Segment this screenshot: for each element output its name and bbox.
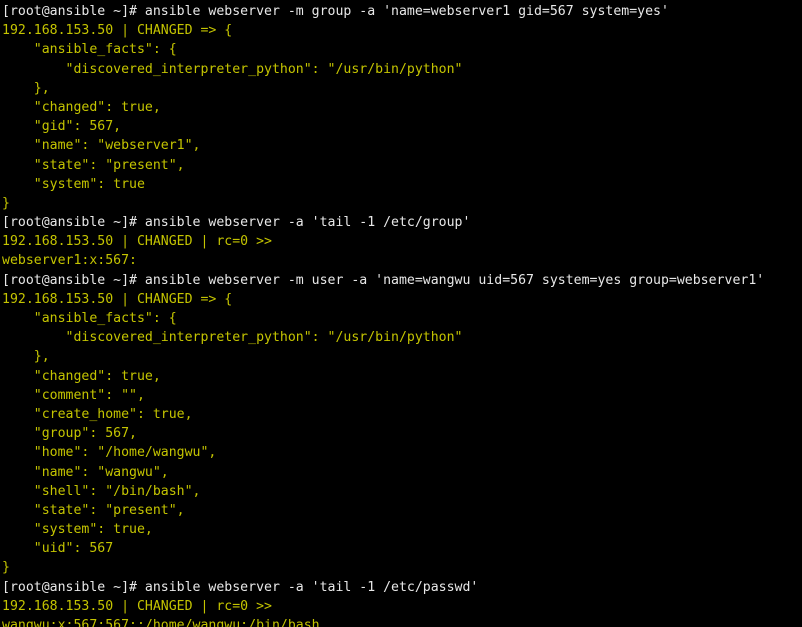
terminal-command-line: [root@ansible ~]# ansible webserver -m u… [2,272,765,288]
terminal-output-line: "home": "/home/wangwu", [2,445,217,461]
terminal-output-line: webserver1:x:567: [2,253,137,269]
terminal-screen[interactable]: [root@ansible ~]# ansible webserver -m g… [0,0,802,627]
terminal-output-line: 192.168.153.50 | CHANGED | rc=0 >> [2,598,272,614]
terminal-output-line: "discovered_interpreter_python": "/usr/b… [2,61,463,77]
terminal-window[interactable]: [root@ansible ~]# ansible webserver -m g… [0,0,802,627]
terminal-output-line: "system": true, [2,522,153,538]
terminal-output-line: "state": "present", [2,157,185,173]
terminal-output-line: 192.168.153.50 | CHANGED => { [2,291,233,307]
terminal-output-line: }, [2,80,50,96]
terminal-output-line: } [2,560,10,576]
terminal-output-line: "discovered_interpreter_python": "/usr/b… [2,330,463,346]
terminal-output-line: "changed": true, [2,368,161,384]
terminal-output-line: "name": "webserver1", [2,138,201,154]
terminal-output-line: "state": "present", [2,502,185,518]
terminal-output-line: "group": 567, [2,426,137,442]
terminal-output-line: wangwu:x:567:567::/home/wangwu:/bin/bash [2,618,320,627]
terminal-output-line: "name": "wangwu", [2,464,169,480]
terminal-output-line: }, [2,349,50,365]
terminal-output-line: } [2,195,10,211]
terminal-output-line: "comment": "", [2,387,145,403]
terminal-command-line: [root@ansible ~]# ansible webserver -a '… [2,579,479,595]
terminal-command-line: [root@ansible ~]# ansible webserver -a '… [2,215,471,231]
terminal-output-line: 192.168.153.50 | CHANGED => { [2,23,233,39]
terminal-command-line: [root@ansible ~]# ansible webserver -m g… [2,4,669,19]
terminal-output-line: "shell": "/bin/bash", [2,483,201,499]
terminal-output-line: "create_home": true, [2,406,193,422]
terminal-output-line: "ansible_facts": { [2,311,177,326]
terminal-output-line: 192.168.153.50 | CHANGED | rc=0 >> [2,234,272,250]
terminal-output-line: "system": true [2,176,145,192]
terminal-output-line: "uid": 567 [2,541,114,557]
terminal-output-line: "changed": true, [2,99,161,115]
terminal-output-line: "gid": 567, [2,119,122,135]
terminal-output-line: "ansible_facts": { [2,42,177,58]
